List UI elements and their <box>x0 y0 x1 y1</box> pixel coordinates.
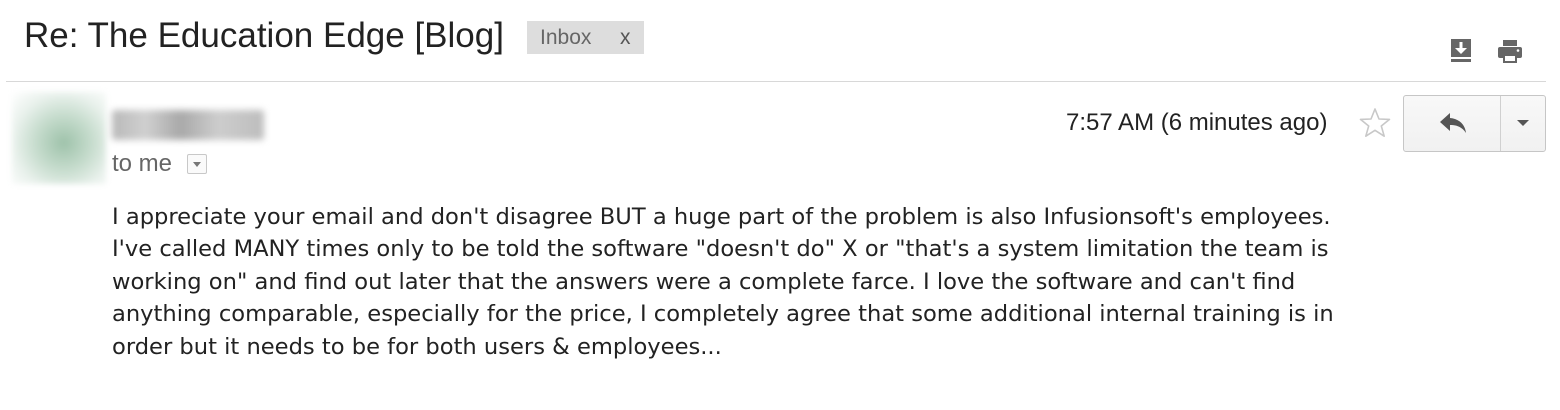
print-icon[interactable] <box>1496 38 1522 64</box>
email-subject: Re: The Education Edge [Blog] <box>24 16 504 55</box>
body-line: anything comparable, especially for the … <box>112 301 1334 328</box>
message-body: I appreciate your email and don't disagr… <box>112 201 1532 363</box>
body-line: I appreciate your email and don't disagr… <box>112 204 1331 230</box>
reply-button-group <box>1403 95 1546 152</box>
remove-label-button[interactable]: x <box>620 21 631 54</box>
reply-button[interactable] <box>1404 96 1500 151</box>
sender-name-redacted[interactable] <box>112 110 264 140</box>
inbox-label-chip[interactable]: Inbox x <box>527 21 644 54</box>
sender-avatar[interactable] <box>12 92 106 184</box>
download-icon[interactable] <box>1449 38 1475 64</box>
reply-icon <box>1440 113 1466 133</box>
header-divider <box>6 81 1546 82</box>
body-line: working on" and find out later that the … <box>112 268 1296 295</box>
more-options-button[interactable] <box>1501 96 1545 151</box>
label-name: Inbox <box>540 26 592 49</box>
body-line: order but it needs to be for both users … <box>112 333 722 360</box>
star-icon[interactable] <box>1358 106 1392 140</box>
email-timestamp: 7:57 AM (6 minutes ago) <box>1066 109 1328 136</box>
show-details-button[interactable] <box>187 154 207 174</box>
recipient-line: to me <box>112 150 173 177</box>
email-view: Re: The Education Edge [Blog] Inbox x to… <box>0 0 1560 410</box>
body-line: I've called MANY times only to be told t… <box>112 236 1329 263</box>
